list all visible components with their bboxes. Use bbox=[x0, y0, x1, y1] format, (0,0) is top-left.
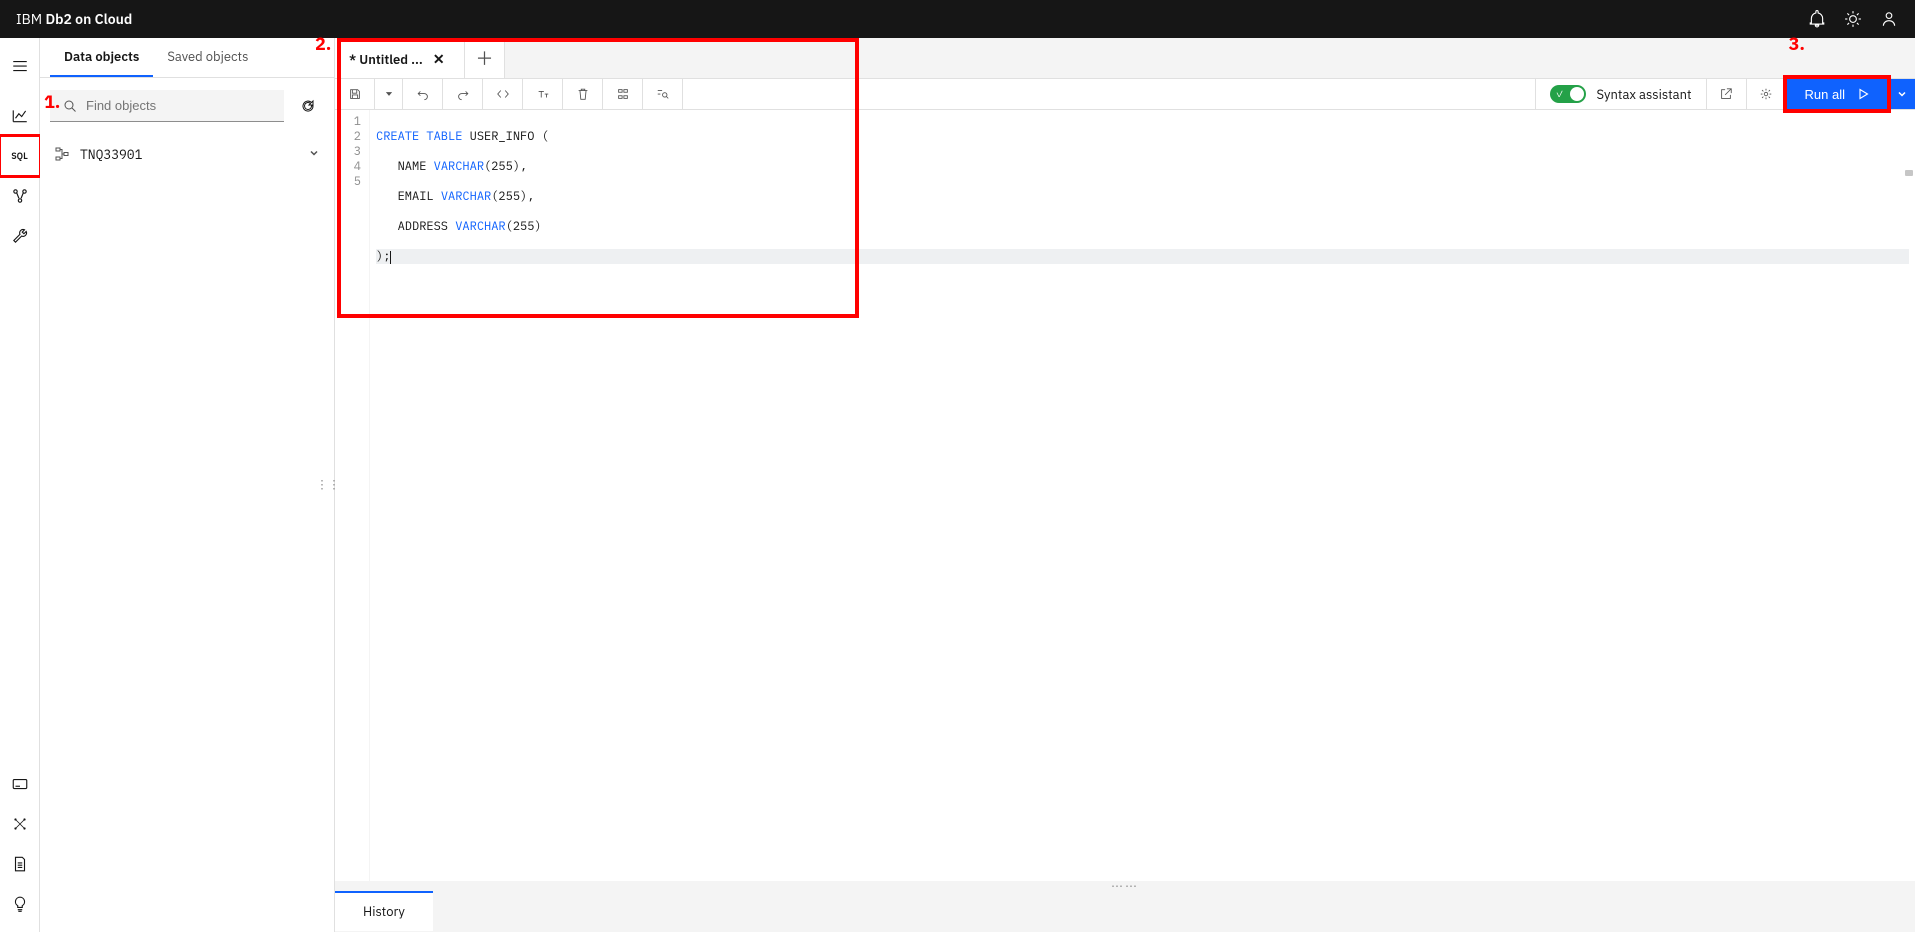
notifications-icon[interactable] bbox=[1807, 9, 1827, 29]
data-icon[interactable] bbox=[0, 176, 40, 216]
editor-tab-untitled[interactable]: * Untitled ... ✕ bbox=[335, 38, 465, 78]
text-size-button[interactable] bbox=[523, 79, 563, 109]
args: (255), bbox=[484, 159, 527, 174]
line-gutter: 1 2 3 4 5 bbox=[335, 110, 370, 881]
tree-schema-item[interactable]: TNQ33901 bbox=[50, 138, 324, 170]
line-number: 1 bbox=[335, 114, 361, 129]
add-tab-button[interactable]: ＋ bbox=[465, 38, 505, 78]
sidebar-search-row bbox=[40, 78, 334, 134]
syntax-assistant-toggle[interactable]: ✓ bbox=[1550, 85, 1586, 103]
document-icon[interactable] bbox=[0, 844, 40, 884]
save-button[interactable] bbox=[335, 79, 375, 109]
delete-button[interactable] bbox=[563, 79, 603, 109]
save-dropdown[interactable] bbox=[375, 79, 403, 109]
kw: CREATE bbox=[376, 129, 419, 144]
col-name: ADDRESS bbox=[398, 219, 448, 234]
chevron-down-icon bbox=[308, 145, 320, 163]
sidebar: Data objects Saved objects TNQ33901 ⋮⋮ bbox=[40, 38, 335, 932]
undo-button[interactable] bbox=[403, 79, 443, 109]
code-area[interactable]: CREATE TABLE USER_INFO ( NAME VARCHAR(25… bbox=[370, 110, 1915, 881]
brightness-icon[interactable] bbox=[1843, 9, 1863, 29]
search-input[interactable] bbox=[86, 98, 272, 113]
left-rail: SQL bbox=[0, 38, 40, 932]
card-icon[interactable] bbox=[0, 764, 40, 804]
brand-prefix: IBM bbox=[16, 10, 42, 28]
sql-nav-icon[interactable]: SQL bbox=[0, 136, 40, 176]
run-dropdown[interactable] bbox=[1887, 79, 1915, 109]
args: (255), bbox=[491, 189, 534, 204]
user-icon[interactable] bbox=[1879, 9, 1899, 29]
code-text: USER_INFO ( bbox=[462, 129, 548, 144]
tab-data-objects[interactable]: Data objects bbox=[50, 38, 153, 77]
kw: TABLE bbox=[426, 129, 462, 144]
sql-editor[interactable]: 1 2 3 4 5 CREATE TABLE USER_INFO ( NAME … bbox=[335, 110, 1915, 881]
cursor bbox=[390, 251, 391, 264]
col-name: EMAIL bbox=[398, 189, 434, 204]
graph-icon[interactable] bbox=[0, 804, 40, 844]
settings-button[interactable] bbox=[1747, 79, 1787, 109]
editor-toolbar: ✓ Syntax assistant Run all bbox=[335, 78, 1915, 110]
app-header: IBM Db2 on Cloud bbox=[0, 0, 1915, 38]
tab-history[interactable]: History bbox=[335, 891, 433, 931]
redo-button[interactable] bbox=[443, 79, 483, 109]
brand-name: Db2 on Cloud bbox=[45, 10, 132, 28]
tools-icon[interactable] bbox=[0, 216, 40, 256]
object-tree: TNQ33901 bbox=[40, 134, 334, 174]
run-all-button[interactable]: Run all bbox=[1787, 79, 1887, 109]
scrollbar-marker[interactable] bbox=[1905, 170, 1913, 176]
app-title: IBM Db2 on Cloud bbox=[16, 10, 132, 28]
idea-icon[interactable] bbox=[0, 884, 40, 924]
syntax-assistant-label: Syntax assistant bbox=[1596, 86, 1691, 103]
type: VARCHAR bbox=[455, 219, 505, 234]
insert-button[interactable] bbox=[603, 79, 643, 109]
editor-tab-title: * Untitled ... bbox=[349, 51, 423, 68]
code-text: ); bbox=[376, 249, 390, 264]
schema-icon bbox=[54, 146, 70, 162]
play-icon bbox=[1857, 88, 1869, 100]
format-code-button[interactable] bbox=[483, 79, 523, 109]
type: VARCHAR bbox=[441, 189, 491, 204]
search-input-wrap[interactable] bbox=[50, 90, 284, 122]
refresh-button[interactable] bbox=[292, 90, 324, 122]
menu-icon[interactable] bbox=[0, 46, 40, 86]
analytics-icon[interactable] bbox=[0, 96, 40, 136]
close-icon[interactable]: ✕ bbox=[433, 52, 445, 66]
tab-saved-objects[interactable]: Saved objects bbox=[153, 38, 262, 77]
results-tabs: History bbox=[335, 891, 1915, 931]
header-actions bbox=[1807, 9, 1899, 29]
open-external-button[interactable] bbox=[1707, 79, 1747, 109]
args: (255) bbox=[506, 219, 542, 234]
line-number: 5 bbox=[335, 174, 361, 189]
search-icon bbox=[62, 98, 78, 114]
col-name: NAME bbox=[398, 159, 427, 174]
syntax-assistant-box: ✓ Syntax assistant bbox=[1536, 79, 1706, 109]
find-button[interactable] bbox=[643, 79, 683, 109]
results-panel: History bbox=[335, 891, 1915, 932]
sidebar-tabs: Data objects Saved objects bbox=[40, 38, 334, 78]
run-all-label: Run all bbox=[1805, 87, 1845, 102]
line-number: 4 bbox=[335, 159, 361, 174]
tree-item-label: TNQ33901 bbox=[80, 146, 298, 163]
editor-tabs: * Untitled ... ✕ ＋ bbox=[335, 38, 1915, 78]
panel-resize-handle[interactable]: ⋯⋯ bbox=[335, 881, 1915, 891]
type: VARCHAR bbox=[434, 159, 484, 174]
line-number: 2 bbox=[335, 129, 361, 144]
line-number: 3 bbox=[335, 144, 361, 159]
main-area: 2. 3. * Untitled ... ✕ ＋ bbox=[335, 38, 1915, 932]
